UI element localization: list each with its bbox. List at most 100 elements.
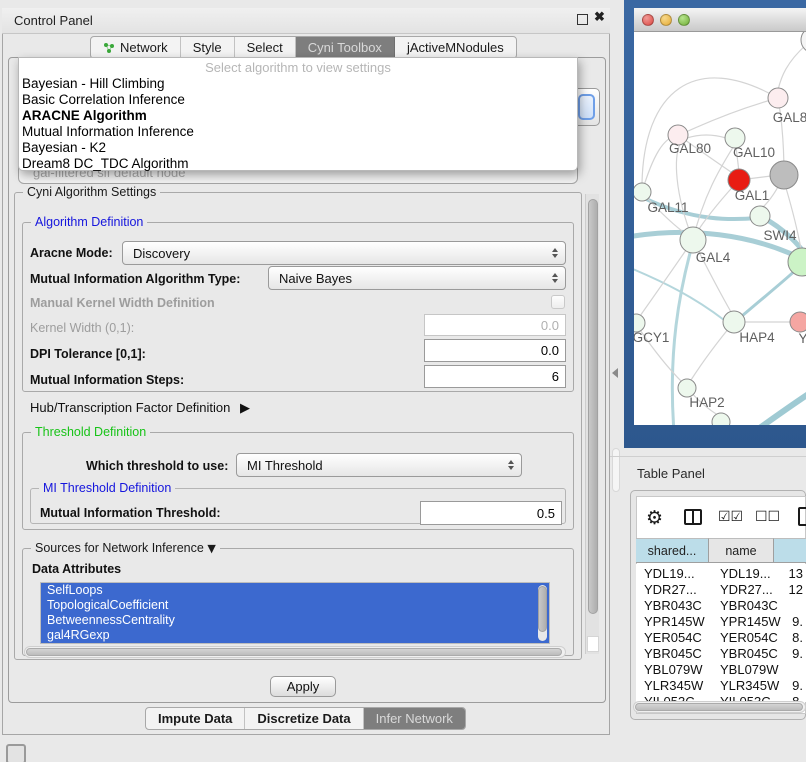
list-scrollbar-thumb[interactable]	[538, 586, 547, 632]
panel-divider-handle[interactable]	[612, 368, 618, 378]
network-tab-icon	[103, 42, 115, 54]
combo-spinner-focused[interactable]	[578, 94, 595, 120]
sources-hscrollbar-track[interactable]	[24, 646, 566, 658]
tab-impute-data[interactable]: Impute Data	[146, 707, 245, 730]
mac-close-icon[interactable]	[642, 14, 654, 26]
tab-style[interactable]: Style	[181, 36, 235, 59]
dropdown-item[interactable]: Dream8 DC_TDC Algorithm	[19, 156, 577, 172]
which-threshold-combo[interactable]: MI Threshold	[236, 453, 522, 477]
sources-hscrollbar-thumb[interactable]	[26, 648, 562, 656]
combo-arrows-icon	[508, 460, 514, 470]
mi-algorithm-type-combo[interactable]: Naive Bayes	[268, 266, 566, 290]
svg-text:GAL4: GAL4	[696, 250, 731, 265]
mi-threshold-field[interactable]: 0.5	[420, 501, 562, 525]
sources-group-title[interactable]: Sources for Network Inference ▼	[31, 541, 220, 555]
tab-label: Impute Data	[158, 711, 232, 726]
dropdown-item-selected[interactable]: ARACNE Algorithm	[19, 108, 577, 124]
dpi-tolerance-field[interactable]: 0.0	[424, 339, 566, 362]
tab-network[interactable]: Network	[91, 36, 181, 59]
tab-label: Style	[193, 40, 222, 55]
divider-scrollbar-remnant[interactable]	[612, 448, 620, 492]
function-builder-icon[interactable]	[798, 507, 806, 526]
attribute-item-selected[interactable]: SelfLoops	[41, 583, 549, 598]
dropdown-item[interactable]: Bayesian - Hill Climbing	[19, 76, 577, 92]
manual-kernel-checkbox[interactable]	[551, 295, 565, 309]
aracne-mode-label: Aracne Mode:	[30, 246, 113, 260]
combo-arrows-icon	[552, 248, 558, 258]
tab-discretize-data[interactable]: Discretize Data	[245, 707, 363, 730]
column-header-clipped[interactable]	[774, 538, 806, 563]
data-attributes-label: Data Attributes	[32, 562, 121, 576]
table-body: YDL19... YDL19... 13 YDR27... YDR27... 1…	[636, 564, 806, 702]
network-node[interactable]	[634, 183, 651, 201]
table-hscrollbar-thumb[interactable]	[635, 703, 803, 711]
network-node[interactable]	[712, 413, 730, 425]
dropdown-placeholder: Select algorithm to view settings	[19, 59, 577, 76]
minimized-panel-icon[interactable]	[6, 744, 26, 762]
svg-text:SWI4: SWI4	[763, 228, 796, 243]
mac-minimize-icon[interactable]	[660, 14, 672, 26]
aracne-mode-combo[interactable]: Discovery	[122, 241, 566, 265]
mi-steps-label: Mutual Information Steps:	[30, 373, 184, 387]
network-node-labels: GAL8 GAL80 GAL10 GAL1 GAL11 SWI4 GAL4 GC…	[634, 110, 806, 410]
attribute-item-selected[interactable]: BetweennessCentrality	[41, 613, 549, 628]
split-column-icon[interactable]	[684, 509, 702, 525]
table-hscrollbar-track[interactable]	[633, 701, 806, 713]
app-root: Control Panel ✖ Network Style Select Cyn…	[0, 0, 806, 762]
algorithm-definition-title: Algorithm Definition	[31, 215, 147, 229]
close-icon[interactable]: ✖	[594, 9, 605, 25]
network-node[interactable]	[770, 161, 798, 189]
mi-threshold-label: Mutual Information Threshold:	[40, 506, 221, 520]
which-threshold-value: MI Threshold	[247, 458, 323, 473]
mac-zoom-icon[interactable]	[678, 14, 690, 26]
network-view-titlebar[interactable]	[634, 8, 806, 32]
scrollbar-corner	[587, 636, 599, 652]
svg-text:HAP4: HAP4	[739, 330, 775, 345]
tab-jactivemnodules[interactable]: jActiveMNodules	[395, 36, 516, 59]
network-node[interactable]	[750, 206, 770, 226]
apply-button-label: Apply	[287, 679, 320, 694]
attribute-item-selected[interactable]: TopologicalCoefficient	[41, 598, 549, 613]
svg-text:GAL11: GAL11	[647, 200, 688, 215]
manual-kernel-label: Manual Kernel Width Definition	[30, 296, 215, 310]
select-all-checkboxes-icon[interactable]: ☑☑	[718, 509, 743, 525]
cyni-bottom-tabs: Impute Data Discretize Data Infer Networ…	[145, 707, 466, 730]
tab-label: Infer Network	[376, 711, 453, 726]
table-panel-title: Table Panel	[637, 466, 705, 481]
dropdown-item[interactable]: Basic Correlation Inference	[19, 92, 577, 108]
collapsed-arrow-icon[interactable]: ▶	[240, 401, 250, 416]
network-node[interactable]	[768, 88, 788, 108]
float-window-icon[interactable]	[577, 14, 588, 25]
control-panel-titlebar[interactable]	[2, 8, 610, 34]
dropdown-item[interactable]: Mutual Information Inference	[19, 124, 577, 140]
kernel-width-field[interactable]: 0.0	[424, 314, 566, 336]
dropdown-item[interactable]: Bayesian - K2	[19, 140, 577, 156]
mi-steps-field[interactable]: 6	[424, 365, 566, 388]
which-threshold-label: Which threshold to use:	[86, 459, 228, 473]
deselect-all-checkboxes-icon[interactable]: ☐☐	[755, 509, 780, 525]
combo-arrows-icon	[552, 273, 558, 283]
column-header-name[interactable]: name	[709, 538, 774, 563]
network-node[interactable]	[790, 312, 806, 332]
gear-icon[interactable]: ⚙	[646, 507, 663, 529]
svg-text:GAL1: GAL1	[735, 188, 770, 203]
tab-select[interactable]: Select	[235, 36, 296, 59]
column-header-shared-name[interactable]: shared...	[636, 538, 709, 563]
data-attributes-list[interactable]: SelfLoops TopologicalCoefficient Between…	[40, 582, 550, 644]
algorithm-dropdown-popup: Select algorithm to view settings Bayesi…	[18, 57, 578, 171]
apply-button[interactable]: Apply	[270, 676, 336, 697]
attribute-item-selected[interactable]: gal4RGexp	[41, 628, 549, 643]
hub-definition-toggle[interactable]: Hub/Transcription Factor Definition ▶	[30, 400, 250, 416]
list-scrollbar-track[interactable]	[538, 585, 547, 641]
settings-scrollbar-track[interactable]	[585, 194, 599, 654]
expanded-arrow-icon[interactable]: ▼	[207, 542, 215, 555]
tab-infer-network[interactable]: Infer Network	[364, 707, 465, 730]
network-node[interactable]	[801, 32, 806, 53]
threshold-definition-title: Threshold Definition	[31, 425, 150, 439]
tab-cyni-toolbox[interactable]: Cyni Toolbox	[296, 36, 395, 59]
network-canvas[interactable]: GAL8 GAL80 GAL10 GAL1 GAL11 SWI4 GAL4 GC…	[634, 32, 806, 425]
settings-scrollbar-thumb[interactable]	[588, 199, 598, 614]
mi-algorithm-type-label: Mutual Information Algorithm Type:	[30, 272, 240, 286]
tab-label: Discretize Data	[257, 711, 350, 726]
svg-text:GAL8: GAL8	[773, 110, 806, 125]
